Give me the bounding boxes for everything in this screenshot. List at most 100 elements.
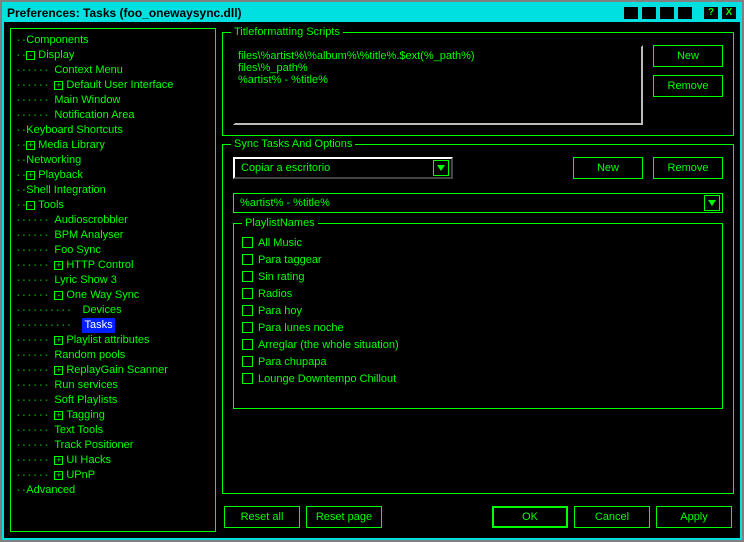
expand-icon[interactable]: +	[54, 336, 63, 345]
checkbox-icon[interactable]	[242, 288, 253, 299]
tree-item[interactable]: ··Advanced	[15, 483, 215, 498]
tree-item-label[interactable]: Context Menu	[54, 63, 122, 78]
tree-item-label[interactable]: Tools	[38, 198, 64, 213]
tree-item[interactable]: ··Shell Integration	[15, 183, 215, 198]
tree-item-label[interactable]: Devices	[82, 303, 121, 318]
tree-item[interactable]: ······ Track Positioner	[15, 438, 215, 453]
tree-item-label[interactable]: Audioscrobbler	[54, 213, 127, 228]
expand-icon[interactable]: +	[54, 456, 63, 465]
scripts-textarea[interactable]: files\%artist%\%album%\%title%.$ext(%_pa…	[233, 45, 643, 125]
apply-button[interactable]: Apply	[656, 506, 732, 528]
reset-all-button[interactable]: Reset all	[224, 506, 300, 528]
tree-item[interactable]: ······ +UPnP	[15, 468, 215, 483]
tree-item[interactable]: ······ Soft Playlists	[15, 393, 215, 408]
tree-item-label[interactable]: Default User Interface	[66, 78, 173, 93]
playlist-item[interactable]: Lounge Downtempo Chillout	[242, 370, 714, 387]
tree-item-label[interactable]: Foo Sync	[54, 243, 100, 258]
playlist-item[interactable]: All Music	[242, 234, 714, 251]
tree-item[interactable]: ··+Playback	[15, 168, 215, 183]
tree-item[interactable]: ······ +Default User Interface	[15, 78, 215, 93]
tree-item-label[interactable]: Lyric Show 3	[54, 273, 117, 288]
reset-page-button[interactable]: Reset page	[306, 506, 382, 528]
tree-item-label[interactable]: Keyboard Shortcuts	[26, 123, 123, 138]
tree-item-label[interactable]: Media Library	[38, 138, 105, 153]
checkbox-icon[interactable]	[242, 356, 253, 367]
tree-item-label[interactable]: One Way Sync	[66, 288, 139, 303]
playlist-item[interactable]: Sin rating	[242, 268, 714, 285]
tree-item-label[interactable]: Components	[26, 33, 88, 48]
tree-item-label[interactable]: Text Tools	[54, 423, 103, 438]
checkbox-icon[interactable]	[242, 305, 253, 316]
task-remove-button[interactable]: Remove	[653, 157, 723, 179]
titlebar-btn-4[interactable]	[677, 6, 693, 20]
playlist-item[interactable]: Para taggear	[242, 251, 714, 268]
collapse-icon[interactable]: -	[54, 291, 63, 300]
expand-icon[interactable]: +	[54, 366, 63, 375]
tree-item[interactable]: ······ +UI Hacks	[15, 453, 215, 468]
tree-item-label[interactable]: Advanced	[26, 483, 75, 498]
checkbox-icon[interactable]	[242, 373, 253, 384]
tree-item-label[interactable]: Tasks	[82, 318, 114, 333]
task-select[interactable]: Copiar a escritorio	[233, 157, 453, 179]
tree-item-label[interactable]: Random pools	[54, 348, 125, 363]
tree-item-label[interactable]: Tagging	[66, 408, 105, 423]
tree-item-label[interactable]: Track Positioner	[54, 438, 133, 453]
tree-item[interactable]: ······ Notification Area	[15, 108, 215, 123]
tree-item[interactable]: ··+Media Library	[15, 138, 215, 153]
task-new-button[interactable]: New	[573, 157, 643, 179]
tree-item-label[interactable]: Soft Playlists	[54, 393, 117, 408]
expand-icon[interactable]: +	[54, 81, 63, 90]
tree-item[interactable]: ······ +HTTP Control	[15, 258, 215, 273]
tree-item-label[interactable]: Playlist attributes	[66, 333, 149, 348]
titlebar-btn-2[interactable]	[641, 6, 657, 20]
tree-item[interactable]: ··Components	[15, 33, 215, 48]
titlebar-btn-3[interactable]	[659, 6, 675, 20]
tree-item-label[interactable]: Run services	[54, 378, 118, 393]
tree-item[interactable]: ······ Main Window	[15, 93, 215, 108]
tree-item-label[interactable]: Notification Area	[54, 108, 134, 123]
tree-item[interactable]: ·········· Devices	[15, 303, 215, 318]
expand-icon[interactable]: +	[54, 261, 63, 270]
tree-item-label[interactable]: ReplayGain Scanner	[66, 363, 168, 378]
tree-item[interactable]: ······ Lyric Show 3	[15, 273, 215, 288]
tree-item[interactable]: ······ Audioscrobbler	[15, 213, 215, 228]
tree-item[interactable]: ······ Context Menu	[15, 63, 215, 78]
tree-item-label[interactable]: UI Hacks	[66, 453, 111, 468]
collapse-icon[interactable]: -	[26, 201, 35, 210]
scripts-remove-button[interactable]: Remove	[653, 75, 723, 97]
tree-item-label[interactable]: Networking	[26, 153, 81, 168]
playlist-item[interactable]: Radios	[242, 285, 714, 302]
format-select[interactable]: %artist% - %title%	[233, 193, 723, 213]
tree-item-label[interactable]: Main Window	[54, 93, 120, 108]
tree-item[interactable]: ··Keyboard Shortcuts	[15, 123, 215, 138]
tree-item[interactable]: ······ Run services	[15, 378, 215, 393]
tree-item[interactable]: ······ Text Tools	[15, 423, 215, 438]
expand-icon[interactable]: +	[54, 471, 63, 480]
checkbox-icon[interactable]	[242, 271, 253, 282]
scripts-new-button[interactable]: New	[653, 45, 723, 67]
checkbox-icon[interactable]	[242, 339, 253, 350]
playlist-item[interactable]: Para lunes noche	[242, 319, 714, 336]
tree-item-label[interactable]: UPnP	[66, 468, 95, 483]
tree-item[interactable]: ······ Random pools	[15, 348, 215, 363]
titlebar-btn-1[interactable]	[623, 6, 639, 20]
help-button[interactable]: ?	[703, 6, 719, 20]
cancel-button[interactable]: Cancel	[574, 506, 650, 528]
tree-item[interactable]: ······ -One Way Sync	[15, 288, 215, 303]
tree-item[interactable]: ······ +Playlist attributes	[15, 333, 215, 348]
tree-item-label[interactable]: HTTP Control	[66, 258, 133, 273]
tree-item[interactable]: ······ +Tagging	[15, 408, 215, 423]
playlist-item[interactable]: Para chupapa	[242, 353, 714, 370]
tree-item-label[interactable]: Playback	[38, 168, 83, 183]
tree-item-label[interactable]: Shell Integration	[26, 183, 106, 198]
expand-icon[interactable]: +	[26, 171, 35, 180]
tree-item[interactable]: ·········· Tasks	[15, 318, 215, 333]
tree-item[interactable]: ··-Display	[15, 48, 215, 63]
tree-item[interactable]: ··Networking	[15, 153, 215, 168]
checkbox-icon[interactable]	[242, 322, 253, 333]
tree-item[interactable]: ······ Foo Sync	[15, 243, 215, 258]
checkbox-icon[interactable]	[242, 254, 253, 265]
expand-icon[interactable]: +	[54, 411, 63, 420]
collapse-icon[interactable]: -	[26, 51, 35, 60]
checkbox-icon[interactable]	[242, 237, 253, 248]
